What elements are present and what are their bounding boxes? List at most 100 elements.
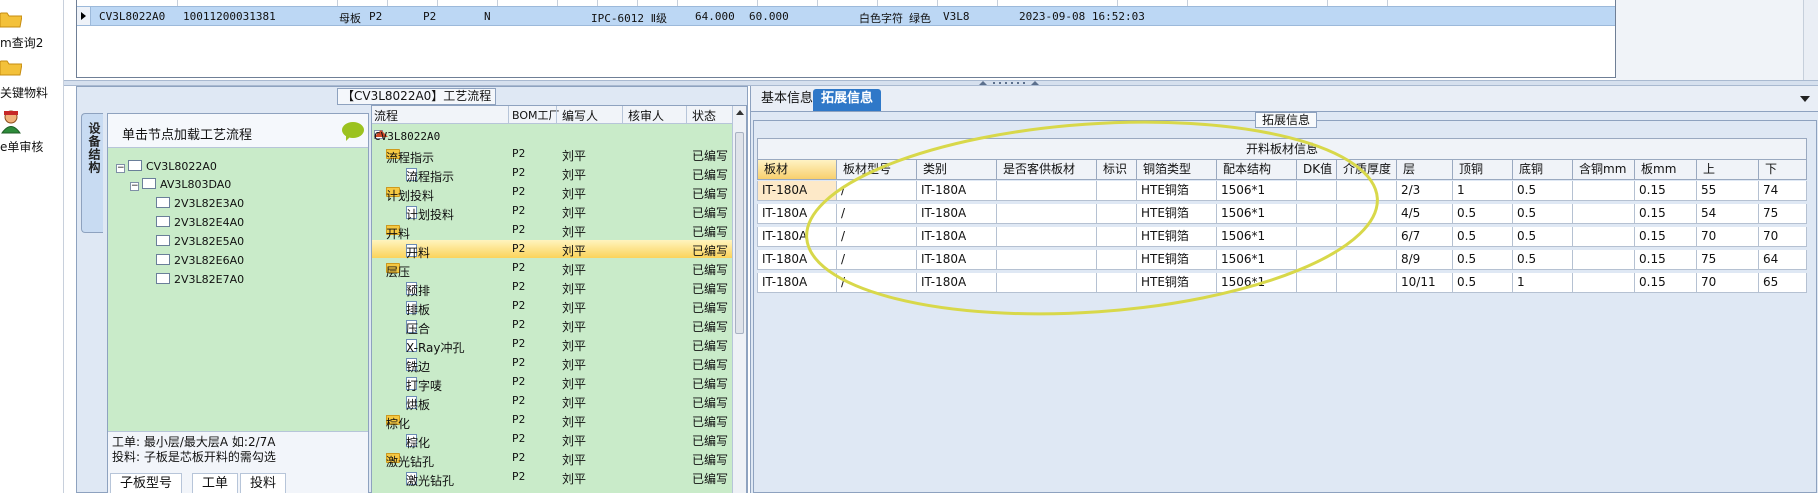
table-cell[interactable] <box>997 181 1097 201</box>
tab-work-order[interactable]: 工单 <box>192 473 239 493</box>
table-cell[interactable]: 0.5 <box>1513 181 1573 201</box>
table-cell[interactable]: 0.15 <box>1635 181 1697 201</box>
toolbar-item-review[interactable]: e单审核 <box>0 110 64 156</box>
tab-sub-board-model[interactable]: 子板型号 <box>110 473 183 493</box>
table-cell[interactable]: IT-180A <box>917 227 997 247</box>
table-cell[interactable] <box>1573 250 1635 270</box>
tree-row[interactable]: 烘板 P2 刘平 已编写 <box>372 392 734 412</box>
column-header[interactable]: 流程 <box>374 107 398 124</box>
column-header[interactable]: 板材型号 <box>837 160 917 180</box>
column-header[interactable]: 状态 <box>692 107 716 124</box>
column-header[interactable]: 配本结构 <box>1217 160 1297 180</box>
table-cell[interactable]: IT-180A <box>757 227 837 247</box>
tree-row[interactable]: 激光钻孔 P2 刘平 已编写 <box>372 468 734 488</box>
table-cell[interactable]: 0.15 <box>1635 273 1697 293</box>
column-header[interactable]: 底铜 <box>1513 160 1573 180</box>
table-cell[interactable]: 0.5 <box>1453 250 1513 270</box>
table-cell[interactable]: 1506*1 <box>1217 181 1297 201</box>
tree-row[interactable]: 计划投料 P2 刘平 已编写 <box>372 202 734 222</box>
column-header[interactable]: 含铜mm <box>1573 160 1635 180</box>
column-header[interactable]: 层 <box>1397 160 1453 180</box>
table-row[interactable]: CV3L8022A0 10011200031381 母板 P2 P2 N IPC… <box>77 6 1615 26</box>
table-cell[interactable]: HTE铜箔 <box>1137 204 1217 224</box>
table-cell[interactable]: 70 <box>1697 273 1759 293</box>
table-cell[interactable]: 0.5 <box>1453 227 1513 247</box>
table-cell[interactable] <box>1337 273 1397 293</box>
tree-node[interactable]: 2V3L82E3A0 <box>156 197 244 210</box>
table-cell[interactable]: 65 <box>1759 273 1807 293</box>
tree-row[interactable]: 棕化 P2 刘平 已编写 <box>372 430 734 450</box>
collapse-icon[interactable]: − <box>116 164 125 173</box>
table-cell[interactable]: IT-180A <box>917 273 997 293</box>
tree-row[interactable]: 打字唛 P2 刘平 已编写 <box>372 373 734 393</box>
table-cell[interactable]: 0.15 <box>1635 250 1697 270</box>
column-header[interactable]: 类别 <box>917 160 997 180</box>
table-cell[interactable]: 0.5 <box>1453 273 1513 293</box>
tree-row[interactable]: 压合 P2 刘平 已编写 <box>372 316 734 336</box>
table-cell[interactable] <box>997 250 1097 270</box>
column-header[interactable]: 是否客供板材 <box>997 160 1097 180</box>
table-cell[interactable]: IT-180A <box>757 204 837 224</box>
table-cell[interactable]: HTE铜箔 <box>1137 250 1217 270</box>
tab-basic-info[interactable]: 基本信息 <box>753 89 821 111</box>
table-cell[interactable] <box>1097 250 1137 270</box>
column-header[interactable]: 核审人 <box>628 107 664 124</box>
table-cell[interactable]: IT-180A <box>757 273 837 293</box>
chat-bubble-icon[interactable] <box>342 122 364 141</box>
table-cell[interactable] <box>1097 273 1137 293</box>
table-cell[interactable] <box>1297 227 1337 247</box>
table-cell[interactable]: 0.15 <box>1635 227 1697 247</box>
column-header[interactable]: 铜箔类型 <box>1137 160 1217 180</box>
tab-device-structure[interactable]: 设备结构 <box>81 113 103 233</box>
tree-node[interactable]: 2V3L82E6A0 <box>156 254 244 267</box>
table-cell[interactable] <box>997 227 1097 247</box>
tree-row[interactable]: 铣边 P2 刘平 已编写 <box>372 354 734 374</box>
chevron-down-icon[interactable] <box>1800 96 1810 102</box>
table-cell[interactable]: / <box>837 273 917 293</box>
tree-row[interactable]: −棕化P2刘平已编写 <box>372 411 734 431</box>
table-cell[interactable]: 70 <box>1697 227 1759 247</box>
table-cell[interactable] <box>1337 250 1397 270</box>
table-cell[interactable]: 1 <box>1513 273 1573 293</box>
toolbar-item-key-material[interactable]: 关键物料 <box>0 54 64 100</box>
table-cell[interactable]: 2/3 <box>1397 181 1453 201</box>
column-header[interactable]: DK值 <box>1297 160 1337 180</box>
column-header[interactable]: 标识 <box>1097 160 1137 180</box>
table-cell[interactable]: 1 <box>1453 181 1513 201</box>
table-cell[interactable]: IT-180A <box>757 181 837 201</box>
vertical-scrollbar[interactable] <box>1803 0 1818 80</box>
tree-row[interactable]: 开料 P2 刘平 已编写 <box>372 240 734 260</box>
tree-row[interactable]: X-Ray冲孔 P2 刘平 已编写 <box>372 335 734 355</box>
table-cell[interactable] <box>997 273 1097 293</box>
table-cell[interactable]: 74 <box>1759 181 1807 201</box>
splitter-grip-icon[interactable] <box>979 81 1039 85</box>
table-cell[interactable] <box>1573 273 1635 293</box>
table-cell[interactable] <box>1573 227 1635 247</box>
table-cell[interactable]: 0.15 <box>1635 204 1697 224</box>
table-cell[interactable]: 64 <box>1759 250 1807 270</box>
column-header[interactable]: 介质厚度 <box>1337 160 1397 180</box>
tree-node[interactable]: 2V3L82E4A0 <box>156 216 244 229</box>
table-cell[interactable]: 4/5 <box>1397 204 1453 224</box>
tree-row[interactable]: −激光钻孔P2刘平已编写 <box>372 449 734 469</box>
table-cell[interactable]: / <box>837 250 917 270</box>
table-cell[interactable]: HTE铜箔 <box>1137 273 1217 293</box>
tree-scrollbar[interactable] <box>732 106 746 493</box>
column-header[interactable]: 顶铜 <box>1453 160 1513 180</box>
table-cell[interactable] <box>1337 204 1397 224</box>
table-cell[interactable]: HTE铜箔 <box>1137 181 1217 201</box>
scroll-up-icon[interactable] <box>736 110 744 115</box>
table-cell[interactable] <box>1573 204 1635 224</box>
table-cell[interactable] <box>1297 204 1337 224</box>
table-cell[interactable]: IT-180A <box>917 204 997 224</box>
tree-row[interactable]: 预排 P2 刘平 已编写 <box>372 278 734 298</box>
table-cell[interactable]: / <box>837 181 917 201</box>
table-cell[interactable] <box>1097 227 1137 247</box>
tree-row[interactable]: − CV3L8022A0 <box>372 126 734 144</box>
table-cell[interactable]: 75 <box>1697 250 1759 270</box>
tree-row[interactable]: 排板 P2 刘平 已编写 <box>372 297 734 317</box>
column-header[interactable]: 编写人 <box>562 107 598 124</box>
column-header[interactable]: 上 <box>1697 160 1759 180</box>
table-cell[interactable]: 0.5 <box>1513 204 1573 224</box>
table-cell[interactable]: 0.5 <box>1453 204 1513 224</box>
